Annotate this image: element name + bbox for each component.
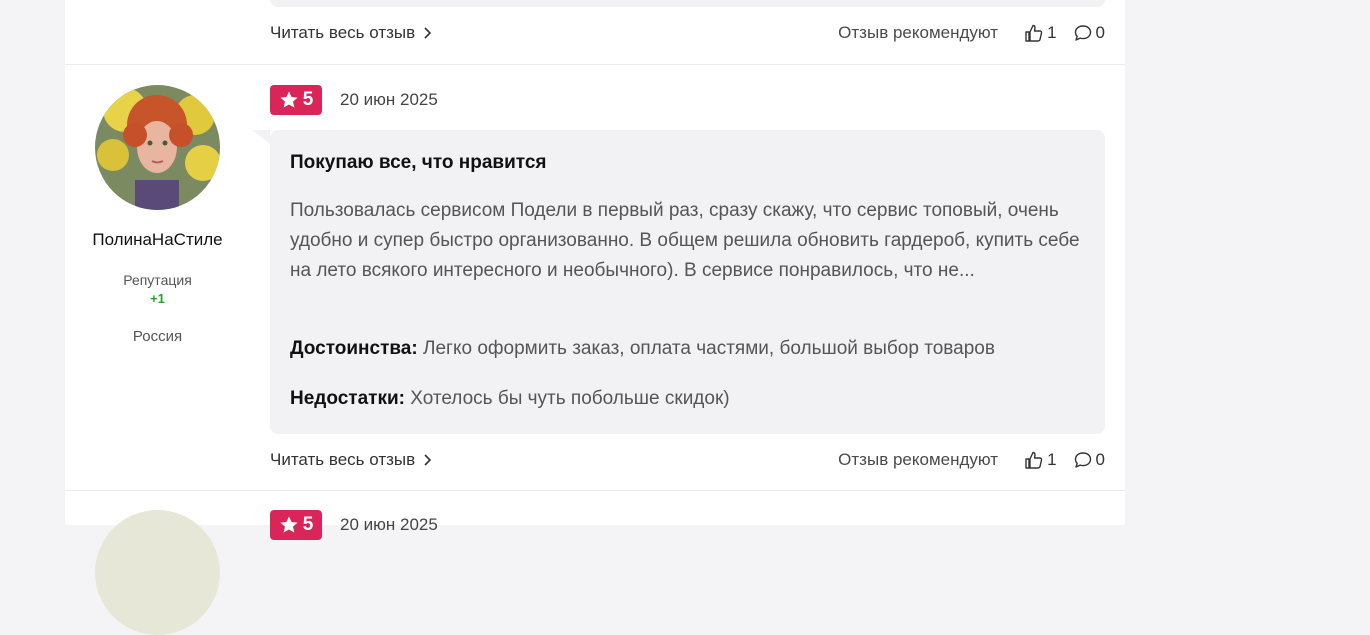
chevron-right-icon (423, 454, 432, 466)
thumbs-up-icon (1025, 451, 1043, 469)
comments-button[interactable]: 0 (1073, 450, 1105, 470)
read-full-review-label: Читать весь отзыв (270, 450, 416, 469)
like-button[interactable]: 1 (1024, 23, 1057, 43)
read-full-review-label: Читать весь отзыв (270, 23, 416, 42)
rating-badge: 5 (270, 510, 322, 540)
avatar[interactable] (95, 510, 220, 635)
read-full-review-link[interactable]: Читать весь отзыв (270, 23, 432, 43)
comment-icon (1074, 452, 1091, 468)
review-cons: Недостатки: Хотелось бы чуть побольше ск… (290, 388, 730, 410)
review-actions: Отзыв рекомендуют 1 0 (838, 23, 1105, 43)
like-count: 1 (1047, 23, 1057, 42)
read-full-review-link[interactable]: Читать весь отзыв (270, 450, 432, 470)
comment-count: 0 (1095, 450, 1105, 469)
like-button[interactable]: 1 (1024, 450, 1057, 470)
comments-button[interactable]: 0 (1073, 23, 1105, 43)
reputation-value: +1 (150, 291, 165, 306)
avatar[interactable] (95, 85, 220, 210)
review-title[interactable]: Покупаю все, что нравится (290, 152, 546, 174)
rating-value: 5 (302, 89, 314, 110)
review-text: Пользовалась сервисом Подели в первый ра… (290, 200, 1080, 281)
previous-review-footer: Читать весь отзыв Отзыв рекомендуют 1 0 (270, 21, 1105, 45)
star-icon (280, 91, 298, 108)
author-name[interactable]: ПолинаНаСтиле (65, 230, 250, 250)
review-divider (65, 64, 1125, 65)
rating-badge: 5 (270, 85, 322, 115)
review-date: 20 июн 2025 (340, 90, 438, 109)
reputation-label: Репутация (123, 272, 192, 288)
comment-count: 0 (1095, 23, 1105, 42)
pros-text: Легко оформить заказ, оплата частями, бо… (422, 338, 995, 359)
chevron-right-icon (423, 27, 432, 39)
review-pros: Достоинства: Легко оформить заказ, оплат… (290, 338, 995, 360)
review-body: Покупаю все, что нравится Пользовалась с… (252, 130, 1105, 434)
review-actions: Отзыв рекомендуют 1 0 (838, 450, 1105, 470)
pros-label: Достоинства: (290, 338, 418, 359)
cons-text: Хотелось бы чуть побольше скидок) (410, 388, 730, 409)
comment-icon (1074, 25, 1091, 41)
thumbs-up-icon (1025, 24, 1043, 42)
review-footer: Читать весь отзыв Отзыв рекомендуют 1 0 (270, 448, 1105, 472)
review-divider (65, 490, 1125, 491)
review-date: 20 июн 2025 (340, 515, 438, 534)
like-count: 1 (1047, 450, 1057, 469)
rating-value: 5 (302, 514, 314, 535)
author-country: Россия (132, 328, 183, 345)
recommend-label: Отзыв рекомендуют (838, 450, 999, 469)
star-icon (280, 516, 298, 533)
cons-label: Недостатки: (290, 388, 405, 409)
previous-review-box (270, 0, 1105, 7)
recommend-label: Отзыв рекомендуют (838, 23, 999, 42)
